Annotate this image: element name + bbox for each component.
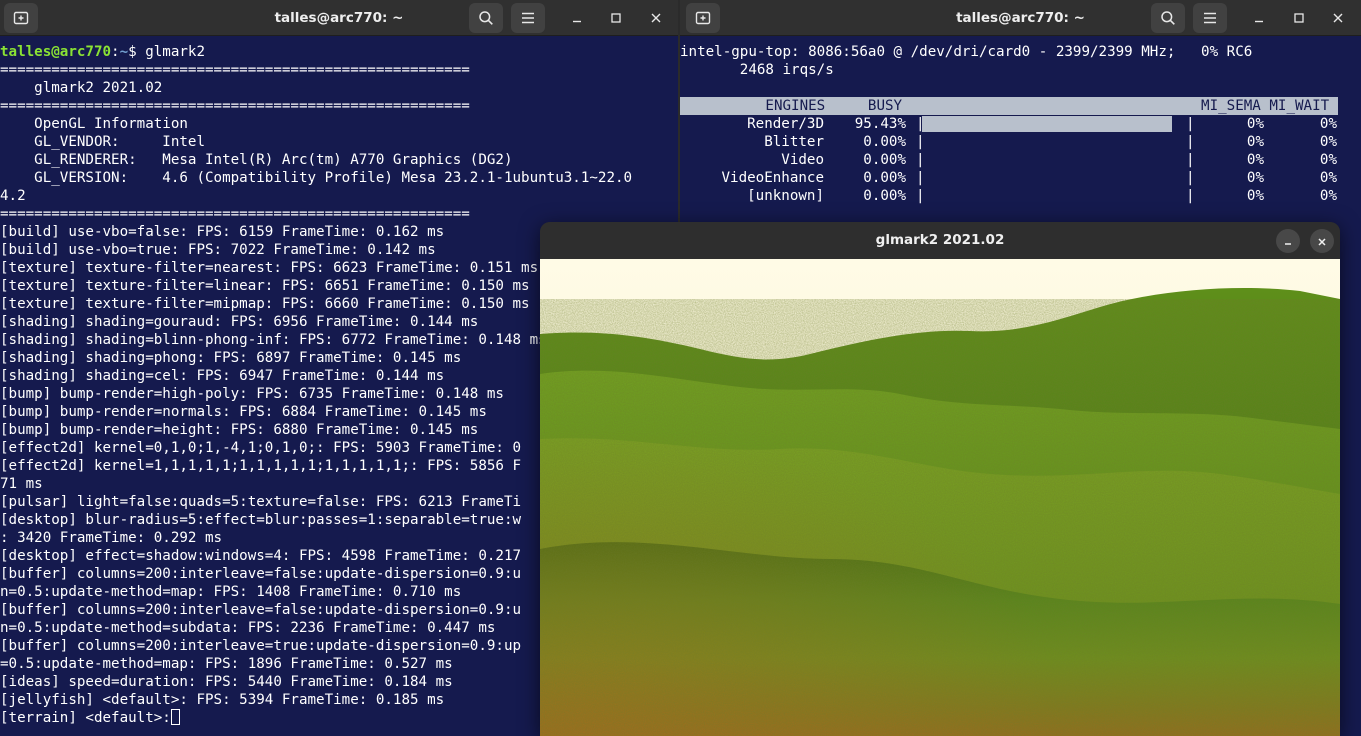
text-cursor <box>170 709 180 725</box>
engine-mi-wait: 0% <box>1319 134 1337 150</box>
bar-left-edge: | <box>916 188 925 204</box>
current-line-text: [terrain] <default>: <box>0 710 171 726</box>
minimize-icon <box>1254 13 1264 23</box>
right-search-button[interactable] <box>1151 3 1185 33</box>
close-icon <box>651 13 661 23</box>
engine-name: VideoEnhance <box>721 170 825 186</box>
glmark2-title: glmark2 2021.02 <box>875 232 1005 248</box>
engine-mi-sema: 0% <box>1246 116 1264 132</box>
left-maximize-button[interactable] <box>603 5 629 31</box>
engine-name: Video <box>781 152 824 168</box>
engine-row: Video 0.00% | | 0% 0% <box>680 151 1361 169</box>
bar-left-edge: | <box>916 152 925 168</box>
terrain-render-canvas <box>540 259 1340 736</box>
bar-left-edge: | <box>916 134 925 150</box>
right-menu-button[interactable] <box>1193 3 1227 33</box>
minimize-icon <box>1283 232 1293 251</box>
engine-mi-sema: 0% <box>1246 188 1264 204</box>
terminal-output-line: GL_VERSION: 4.6 (Compatibility Profile) … <box>0 170 633 186</box>
prompt-user: talles@arc770 <box>0 44 112 60</box>
bar-right-edge: | <box>1186 152 1195 168</box>
right-new-tab-button[interactable] <box>686 3 720 33</box>
engine-mi-sema: 0% <box>1246 170 1264 186</box>
left-terminal-titlebar[interactable]: talles@arc770: ~ <box>0 0 678 36</box>
engine-busy: 0.00% <box>863 170 906 186</box>
engine-mi-wait: 0% <box>1319 116 1337 132</box>
right-minimize-button[interactable] <box>1246 5 1272 31</box>
right-maximize-button[interactable] <box>1286 5 1312 31</box>
left-new-tab-button[interactable] <box>4 3 38 33</box>
terminal-output-line: GL_RENDERER: Mesa Intel(R) Arc(tm) A770 … <box>0 152 513 168</box>
glmark2-close-button[interactable] <box>1310 229 1334 253</box>
gpu-top-header: intel-gpu-top: 8086:56a0 @ /dev/dri/card… <box>680 44 1253 60</box>
new-tab-icon <box>695 10 711 26</box>
close-icon <box>1317 232 1327 251</box>
engine-row: [unknown] 0.00% | | 0% 0% <box>680 187 1361 205</box>
gpu-irq-line: 2468 irqs/s <box>680 62 834 78</box>
engine-name: Render/3D <box>747 116 824 132</box>
engine-busy: 95.43% <box>854 116 906 132</box>
engine-mi-wait: 0% <box>1319 170 1337 186</box>
maximize-icon <box>611 13 621 23</box>
glmark2-window[interactable]: glmark2 2021.02 <box>540 222 1340 736</box>
bar-right-edge: | <box>1186 134 1195 150</box>
engine-row: Render/3D 95.43% | | 0% 0% <box>680 115 1361 133</box>
glmark2-titlebar[interactable]: glmark2 2021.02 <box>540 222 1340 259</box>
prompt-separator: : <box>111 44 120 60</box>
close-icon <box>1333 13 1343 23</box>
minimize-icon <box>572 13 582 23</box>
prompt-line: talles@arc770:~$ glmark2 <box>0 43 678 61</box>
terminal-output-line: GL_VENDOR: Intel <box>0 134 205 150</box>
right-terminal-titlebar[interactable]: talles@arc770: ~ <box>680 0 1361 36</box>
engine-mi-sema: 0% <box>1246 152 1264 168</box>
terminal-output-line: OpenGL Information <box>0 116 188 132</box>
hamburger-menu-icon <box>1203 11 1217 25</box>
engine-mi-wait: 0% <box>1319 152 1337 168</box>
left-minimize-button[interactable] <box>564 5 590 31</box>
prompt-path: ~ <box>119 44 129 60</box>
terminal-output-line: ========================================… <box>0 98 470 114</box>
search-icon <box>478 10 494 26</box>
engines-table-header: ENGINES BUSY MI_SEMA MI_WAIT <box>680 97 1338 115</box>
left-search-button[interactable] <box>469 3 503 33</box>
search-icon <box>1160 10 1176 26</box>
engine-busy: 0.00% <box>863 188 906 204</box>
engine-row: Blitter 0.00% | | 0% 0% <box>680 133 1361 151</box>
engine-mi-sema: 0% <box>1246 134 1264 150</box>
maximize-icon <box>1294 13 1304 23</box>
left-close-button[interactable] <box>643 5 669 31</box>
engine-name: [unknown] <box>747 188 824 204</box>
engine-busy: 0.00% <box>863 152 906 168</box>
engine-mi-wait: 0% <box>1319 188 1337 204</box>
engine-row: VideoEnhance 0.00% | | 0% 0% <box>680 169 1361 187</box>
glmark2-minimize-button[interactable] <box>1276 229 1300 253</box>
prompt-command: $ glmark2 <box>128 44 206 60</box>
bar-left-edge: | <box>916 170 925 186</box>
terminal-output-line: glmark2 2021.02 <box>0 80 163 96</box>
right-close-button[interactable] <box>1325 5 1351 31</box>
bar-right-edge: | <box>1186 170 1195 186</box>
new-tab-icon <box>13 10 29 26</box>
left-menu-button[interactable] <box>511 3 545 33</box>
engine-busy: 0.00% <box>863 134 906 150</box>
terminal-output-line: ========================================… <box>0 62 470 78</box>
bar-right-edge: | <box>1186 188 1195 204</box>
hamburger-menu-icon <box>521 11 535 25</box>
bar-right-edge: | <box>1186 116 1195 132</box>
bar-left-edge: | <box>916 116 925 132</box>
engine-name: Blitter <box>764 134 824 150</box>
terminal-output-line: 4.2 <box>0 188 26 204</box>
terminal-output-line: ========================================… <box>0 206 470 222</box>
